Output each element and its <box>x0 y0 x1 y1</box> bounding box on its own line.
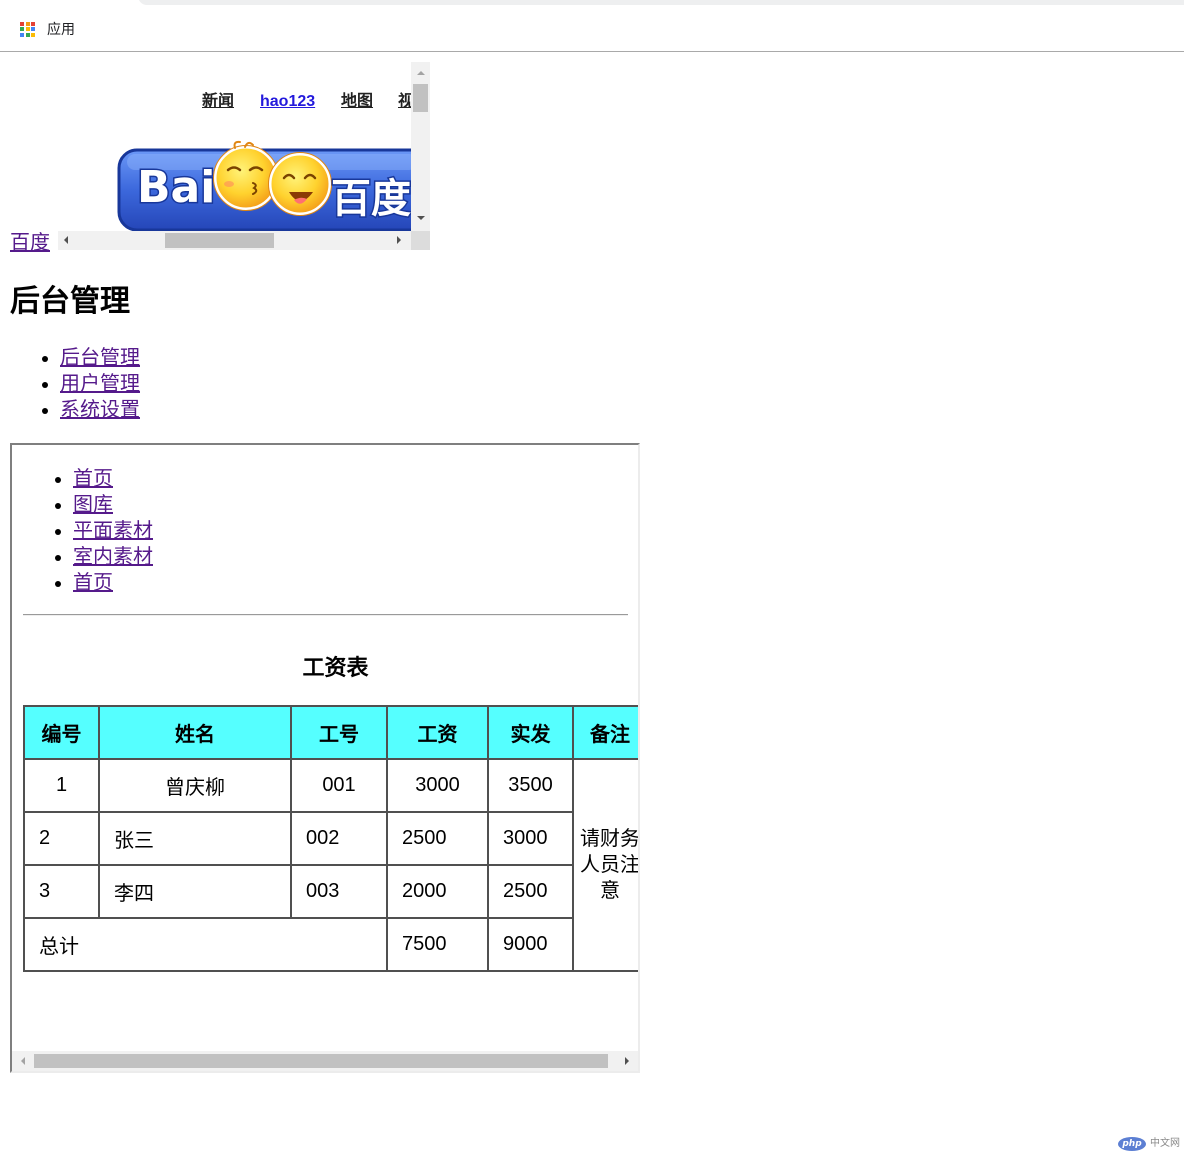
cell-paid: 2500 <box>487 864 574 919</box>
laughing-face-icon <box>268 152 332 216</box>
horizontal-scroll-thumb[interactable] <box>165 233 274 248</box>
baidu-logo: Bai 百度 <box>117 140 411 231</box>
baidu-iframe-horizontal-scrollbar[interactable] <box>58 231 411 250</box>
list-item: 平面素材 <box>73 518 153 544</box>
cell-paid: 3000 <box>487 811 574 866</box>
menu-item: 系统设置 <box>60 397 140 423</box>
nav-link-gallery[interactable]: 图库 <box>73 494 113 516</box>
cell-id: 2 <box>23 811 100 866</box>
bookmarks-bar: 应用 <box>0 0 1184 52</box>
baidu-iframe-vertical-scrollbar[interactable] <box>411 62 430 231</box>
header-cell-salary: 工资 <box>386 705 489 760</box>
cell-salary: 2000 <box>386 864 489 919</box>
total-salary-cell: 7500 <box>386 917 489 972</box>
admin-menu: 后台管理 用户管理 系统设置 <box>0 345 140 423</box>
content-nav-list: 首页 图库 平面素材 室内素材 首页 <box>12 466 153 596</box>
scroll-right-arrow-icon[interactable] <box>625 1057 629 1065</box>
cell-name: 张三 <box>98 811 292 866</box>
cell-employee-no: 002 <box>290 811 388 866</box>
table-row: 2 张三 002 2500 3000 <box>23 811 638 866</box>
scrollbar-corner <box>411 231 430 250</box>
list-item: 首页 <box>73 466 153 492</box>
list-item: 室内素材 <box>73 544 153 570</box>
nav-link-interior-materials[interactable]: 室内素材 <box>73 546 153 568</box>
cell-paid: 3500 <box>487 758 574 813</box>
baidu-iframe-viewport: 新闻 hao123 地图 视 Bai 百度 <box>58 62 411 231</box>
total-paid-cell: 9000 <box>487 917 574 972</box>
cell-employee-no: 003 <box>290 864 388 919</box>
menu-link-settings[interactable]: 系统设置 <box>60 399 140 421</box>
header-cell-note: 备注 <box>572 705 638 760</box>
menu-item: 用户管理 <box>60 371 140 397</box>
horizontal-scroll-thumb[interactable] <box>34 1054 608 1068</box>
header-cell-id: 编号 <box>23 705 100 760</box>
logo-text-latin: Bai <box>137 162 215 213</box>
scroll-left-arrow-icon[interactable] <box>21 1057 25 1065</box>
list-item: 图库 <box>73 492 153 518</box>
cell-salary: 3000 <box>386 758 489 813</box>
total-label-cell: 总计 <box>23 917 388 972</box>
site-watermark: php 中文网 <box>1118 1136 1180 1151</box>
cell-id: 3 <box>23 864 100 919</box>
scroll-down-arrow-icon[interactable] <box>417 216 425 220</box>
header-cell-name: 姓名 <box>98 705 292 760</box>
php-logo: php <box>1118 1136 1146 1151</box>
table-row: 3 李四 003 2000 2500 <box>23 864 638 919</box>
table-caption: 工资表 <box>302 655 369 680</box>
baidu-nav-link-partial[interactable]: 视 <box>398 92 411 112</box>
apps-grid-icon <box>20 21 35 37</box>
header-cell-employee-no: 工号 <box>290 705 388 760</box>
cell-salary: 2500 <box>386 811 489 866</box>
baidu-nav-news[interactable]: 新闻 <box>202 92 234 112</box>
nav-link-graphic-materials[interactable]: 平面素材 <box>73 520 153 542</box>
page-title: 后台管理 <box>10 285 130 318</box>
content-iframe-horizontal-scrollbar[interactable] <box>12 1051 638 1071</box>
logo-text-chinese: 百度 <box>331 176 411 222</box>
table-header-row: 编号 姓名 工号 工资 实发 备注 <box>23 705 638 760</box>
watermark-site-text: 中文网 <box>1150 1137 1180 1149</box>
divider <box>23 614 628 616</box>
scroll-up-arrow-icon[interactable] <box>417 71 425 75</box>
scroll-right-arrow-icon[interactable] <box>397 236 401 244</box>
menu-link-admin[interactable]: 后台管理 <box>60 347 140 369</box>
cell-name: 李四 <box>98 864 292 919</box>
nav-link-home[interactable]: 首页 <box>73 468 113 490</box>
content-iframe-viewport: 首页 图库 平面素材 室内素材 首页 工资表 编号 姓名 工号 工资 实发 备注… <box>12 445 638 1051</box>
list-item: 首页 <box>73 570 153 596</box>
header-cell-paid: 实发 <box>487 705 574 760</box>
baidu-nav-hao123[interactable]: hao123 <box>260 92 315 112</box>
cell-employee-no: 001 <box>290 758 388 813</box>
baidu-iframe: 新闻 hao123 地图 视 Bai 百度 <box>58 62 430 250</box>
note-cell: 请财务人员注意 <box>572 758 638 972</box>
bookmark-apps[interactable]: 应用 <box>14 14 81 44</box>
content-iframe: 首页 图库 平面素材 室内素材 首页 工资表 编号 姓名 工号 工资 实发 备注… <box>10 443 640 1073</box>
baidu-nav-map[interactable]: 地图 <box>341 92 373 112</box>
cell-id: 1 <box>23 758 100 813</box>
total-row: 总计 7500 9000 <box>23 917 638 972</box>
baidu-link[interactable]: 百度 <box>10 231 50 255</box>
cell-name: 曾庆柳 <box>98 758 292 813</box>
bookmark-apps-label: 应用 <box>47 21 75 37</box>
scroll-left-arrow-icon[interactable] <box>64 236 68 244</box>
table-row: 1 曾庆柳 001 3000 3500 请财务人员注意 <box>23 758 638 972</box>
menu-link-users[interactable]: 用户管理 <box>60 373 140 395</box>
nav-link-home-2[interactable]: 首页 <box>73 572 113 594</box>
menu-item: 后台管理 <box>60 345 140 371</box>
salary-table: 工资表 编号 姓名 工号 工资 实发 备注 1 曾庆柳 001 3000 350… <box>23 653 638 972</box>
vertical-scroll-thumb[interactable] <box>413 84 428 112</box>
